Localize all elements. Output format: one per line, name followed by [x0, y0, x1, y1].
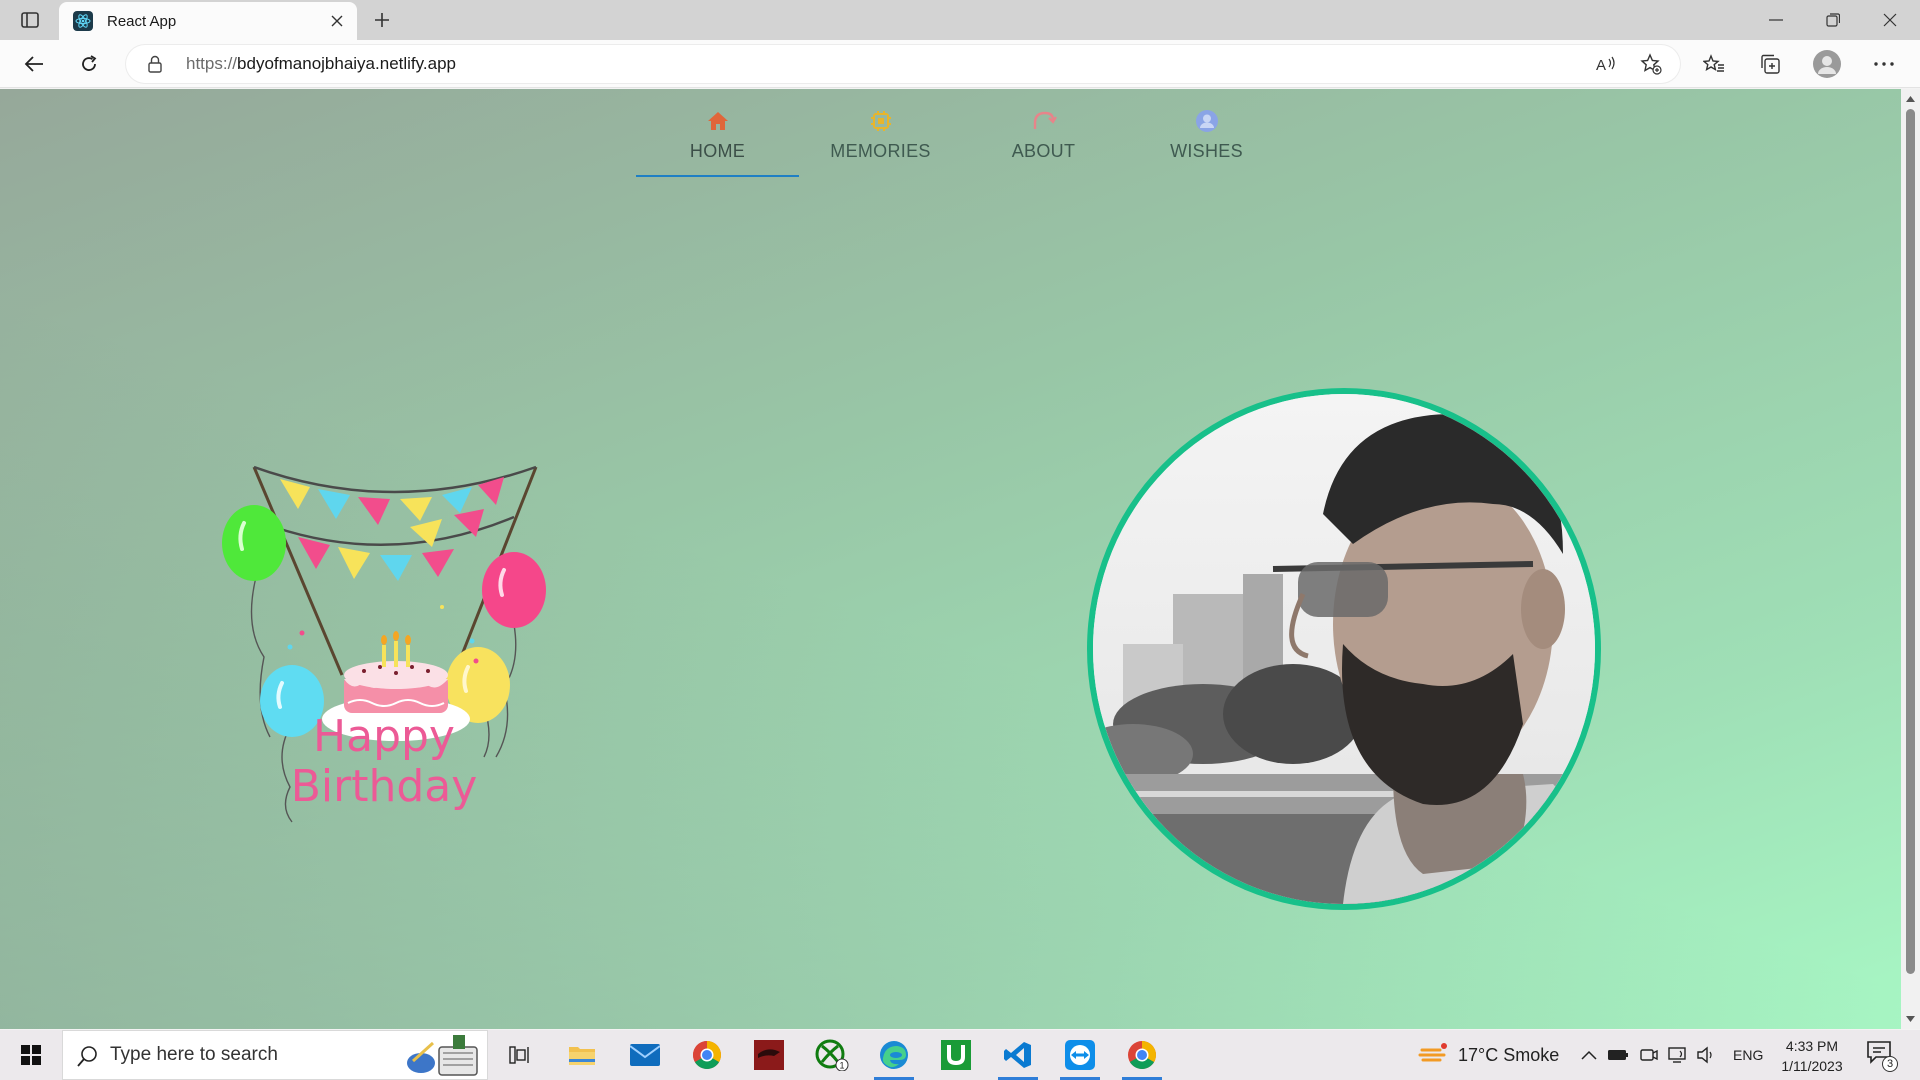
taskbar-search-input[interactable]: Type here to search — [62, 1030, 488, 1080]
profile-avatar[interactable] — [1811, 48, 1843, 80]
weather-text: 17°C Smoke — [1458, 1044, 1560, 1065]
show-hidden-icons[interactable] — [1581, 1030, 1597, 1080]
add-favorite-icon[interactable] — [1636, 49, 1666, 79]
nav-item-memories[interactable]: MEMORIES — [799, 89, 962, 183]
more-options-icon[interactable] — [1868, 48, 1900, 80]
camera-icon[interactable] — [1640, 1030, 1658, 1080]
nav-label-memories: MEMORIES — [830, 141, 931, 161]
windows-start-icon[interactable] — [0, 1030, 62, 1080]
svg-text:1: 1 — [839, 1061, 844, 1071]
lock-icon[interactable] — [148, 55, 162, 78]
home-icon — [704, 107, 732, 135]
battery-icon[interactable] — [1607, 1030, 1629, 1080]
person-photo-image — [1093, 394, 1595, 904]
page-scrollbar[interactable] — [1901, 89, 1920, 1029]
file-explorer-icon[interactable] — [554, 1033, 610, 1077]
back-button[interactable] — [18, 48, 50, 80]
nav-label-home: HOME — [689, 141, 746, 161]
about-icon — [1030, 107, 1058, 135]
address-bar[interactable]: https://bdyofmanojbhaiya.netlify.app A — [126, 45, 1680, 83]
xbox-icon[interactable]: 1 — [804, 1033, 860, 1077]
nav-item-wishes[interactable]: WISHES — [1125, 89, 1288, 183]
teamviewer-icon[interactable] — [1052, 1033, 1108, 1080]
close-window-button[interactable] — [1862, 0, 1918, 40]
nav-label-about: ABOUT — [1011, 141, 1076, 161]
url-text[interactable]: https://bdyofmanojbhaiya.netlify.app — [186, 54, 456, 74]
close-tab-icon[interactable] — [327, 11, 347, 31]
mail-icon[interactable] — [617, 1033, 673, 1077]
browser-tab[interactable]: React App — [59, 2, 357, 40]
scrollbar-thumb[interactable] — [1906, 109, 1915, 974]
chrome-icon-2[interactable] — [1114, 1033, 1170, 1080]
browser-toolbar: https://bdyofmanojbhaiya.netlify.app A — [0, 40, 1920, 88]
main-nav: HOME MEMORIES ABOUT WISHES — [636, 89, 1288, 183]
volume-icon[interactable] — [1696, 1030, 1716, 1080]
notification-count-badge: 3 — [1882, 1056, 1898, 1072]
new-tab-button[interactable] — [368, 6, 396, 34]
scroll-down-icon[interactable] — [1905, 1013, 1916, 1024]
minimize-button[interactable] — [1748, 0, 1804, 40]
weather-widget[interactable]: 17°C Smoke — [1418, 1030, 1559, 1080]
nav-item-home[interactable]: HOME — [636, 89, 799, 183]
search-highlight-illustration — [407, 1035, 478, 1076]
tab-actions-icon[interactable] — [14, 6, 46, 34]
vscode-icon[interactable] — [990, 1033, 1046, 1080]
scroll-up-icon[interactable] — [1905, 93, 1916, 104]
page-content: HOME MEMORIES ABOUT WISHES Happy Birthda… — [0, 89, 1901, 1029]
birthday-cake-illustration: Happy Birthday — [214, 457, 554, 827]
edge-icon[interactable] — [866, 1033, 922, 1080]
app-red-icon[interactable] — [741, 1033, 797, 1077]
updater-icon[interactable] — [928, 1033, 984, 1077]
nav-label-wishes: WISHES — [1170, 141, 1243, 161]
wishes-icon — [1193, 107, 1221, 135]
read-aloud-icon[interactable]: A — [1592, 49, 1622, 79]
svg-text:A: A — [1596, 57, 1606, 73]
birthday-text: Birthday — [290, 761, 478, 812]
collections-icon[interactable] — [1754, 48, 1786, 80]
react-favicon-icon — [73, 11, 93, 31]
weather-smoke-icon — [1418, 1043, 1447, 1062]
notification-center-icon[interactable]: 3 — [1866, 1040, 1898, 1072]
windows-taskbar: Type here to search 1 17°C Smoke ENG 4:3… — [0, 1030, 1920, 1080]
active-tab-indicator — [636, 175, 799, 177]
happy-text: Happy — [313, 711, 455, 762]
memories-icon — [867, 107, 895, 135]
language-indicator[interactable]: ENG — [1733, 1030, 1763, 1080]
refresh-button[interactable] — [73, 48, 105, 80]
tab-title: React App — [107, 12, 177, 30]
system-clock[interactable]: 4:33 PM 1/11/2023 — [1772, 1036, 1852, 1076]
chrome-icon[interactable] — [679, 1033, 735, 1077]
browser-tab-strip: React App — [0, 0, 1920, 40]
restore-button[interactable] — [1805, 0, 1861, 40]
network-icon[interactable] — [1668, 1030, 1688, 1080]
search-icon — [77, 1045, 99, 1072]
search-placeholder: Type here to search — [110, 1044, 278, 1065]
task-view-icon[interactable] — [492, 1033, 548, 1077]
profile-photo — [1087, 388, 1601, 910]
clock-date: 1/11/2023 — [1781, 1058, 1843, 1074]
favorites-icon[interactable] — [1698, 48, 1730, 80]
nav-item-about[interactable]: ABOUT — [962, 89, 1125, 183]
clock-time: 4:33 PM — [1785, 1038, 1839, 1054]
